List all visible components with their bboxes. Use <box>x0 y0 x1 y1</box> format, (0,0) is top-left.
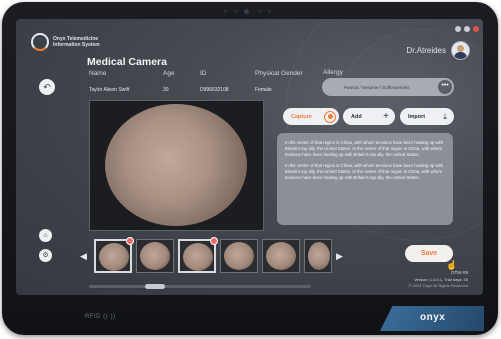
close-icon[interactable] <box>473 26 479 32</box>
selected-mark-icon <box>126 237 134 245</box>
header-age: Age <box>163 70 175 77</box>
app-screen: Onyx Telemedicine Information System Dr.… <box>16 19 483 295</box>
user-name: Dr.Atreides <box>406 46 446 55</box>
strip-prev-icon[interactable]: ◀ <box>80 251 87 262</box>
patient-gender: Female <box>255 87 272 93</box>
otoscope-image <box>105 104 247 226</box>
allergy-field[interactable]: Peanut / Sesame / Sulfonamides ••• <box>322 78 454 96</box>
back-arrow-icon: ↶ <box>43 82 51 92</box>
maximize-icon[interactable] <box>464 26 470 32</box>
more-icon[interactable]: ••• <box>438 80 452 94</box>
thumbnail-scrollbar[interactable] <box>89 284 311 289</box>
version-text: Version: 1.0.0.1, Trial days: 30 <box>414 277 468 282</box>
allergy-value: Peanut / Sesame / Sulfonamides <box>344 84 410 90</box>
notes-paragraph: In the center of that region is China, w… <box>285 140 444 157</box>
back-button[interactable]: ↶ <box>39 79 55 95</box>
home-button[interactable]: ⌂ <box>39 229 52 242</box>
notes-panel[interactable]: In the center of that region is China, w… <box>277 133 453 225</box>
sensor-dot <box>234 10 237 13</box>
settings-button[interactable]: ⚙ <box>39 249 52 262</box>
device-model: OTM-X9 <box>450 270 468 275</box>
sensor-dot <box>224 10 227 13</box>
copyright-text: © 2024 Onyx All Rights Reserved <box>408 283 468 288</box>
logo-icon <box>31 33 49 51</box>
avatar[interactable] <box>451 41 470 60</box>
thumbnail[interactable] <box>136 239 174 273</box>
minimize-icon[interactable] <box>455 26 461 32</box>
camera-view <box>89 100 264 231</box>
import-label: Import <box>408 113 426 120</box>
rfid-label: RFID ((·)) <box>85 314 116 320</box>
notes-paragraph: In the center of that region is China, w… <box>285 163 444 180</box>
thumbnail[interactable] <box>178 237 218 273</box>
user-profile[interactable]: Dr.Atreides <box>406 41 470 60</box>
selected-mark-icon <box>210 237 218 245</box>
thumbnail[interactable] <box>262 239 300 273</box>
add-button[interactable]: Add + <box>343 108 395 125</box>
page-title: Medical Camera <box>87 56 167 68</box>
capture-label: Capture <box>291 113 312 120</box>
sensor-dot <box>258 10 261 13</box>
header-name: Name <box>89 70 107 77</box>
gear-icon: ⚙ <box>42 252 49 259</box>
front-camera <box>244 9 249 14</box>
thumbnail[interactable] <box>304 239 332 273</box>
add-label: Add <box>351 113 362 120</box>
brand-badge: onyx <box>380 306 484 331</box>
thumbnail[interactable] <box>220 239 258 273</box>
header-id: ID <box>200 70 207 77</box>
scrollbar-thumb[interactable] <box>145 284 165 289</box>
patient-name: Taylor Alison Swift <box>89 87 130 93</box>
patient-id: D996632108 <box>200 87 229 93</box>
thumbnail[interactable] <box>94 237 134 273</box>
brand-logo: onyx <box>420 312 446 323</box>
import-button[interactable]: Import ⤓ <box>400 108 454 125</box>
app-logo: Onyx Telemedicine Information System <box>31 33 100 51</box>
patient-age: 30 <box>163 87 169 93</box>
download-icon: ⤓ <box>443 111 447 121</box>
home-icon: ⌂ <box>43 232 48 239</box>
header-allergy: Allergy <box>323 69 343 76</box>
sensor-dot <box>268 10 271 13</box>
logo-line-2: Information System <box>53 42 100 48</box>
header-gender: Physical Gender <box>255 70 303 77</box>
capture-button[interactable]: Capture <box>283 108 339 125</box>
plus-icon: + <box>383 111 389 122</box>
strip-next-icon[interactable]: ▶ <box>336 251 343 262</box>
record-icon <box>324 110 336 123</box>
